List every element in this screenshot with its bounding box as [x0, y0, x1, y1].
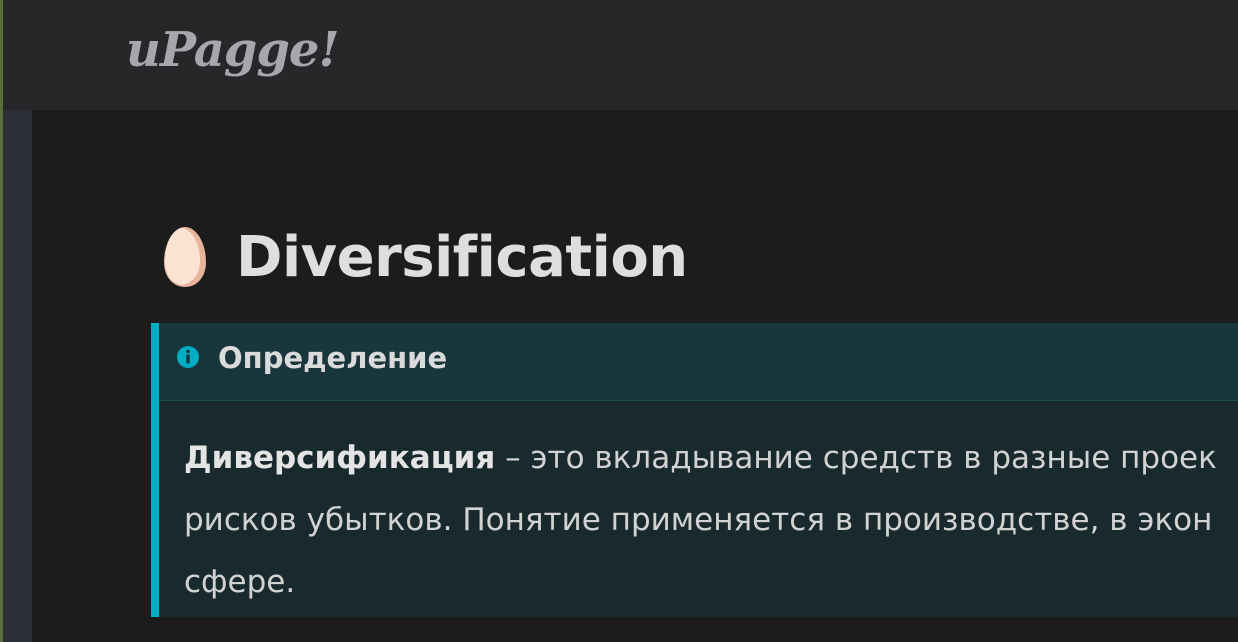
definition-admonition: Определение Диверсификация – это вкладыв… — [151, 323, 1238, 617]
definition-line-3: сфере. — [184, 564, 296, 600]
definition-line-2: рисков убытков. Понятие применяется в пр… — [184, 502, 1213, 538]
defined-term: Диверсификация — [184, 440, 496, 476]
app-window: uPagge! Diversification Определение Диве — [0, 0, 1238, 642]
page-title-text: Diversification — [236, 224, 688, 290]
info-circle-icon — [176, 345, 200, 369]
definition-line-1: Диверсификация – это вкладывание средств… — [184, 427, 1238, 489]
site-logo[interactable]: uPagge! — [126, 22, 340, 78]
page-title: Diversification — [160, 222, 688, 292]
admonition-header: Определение — [159, 323, 1238, 401]
admonition-body: Диверсификация – это вкладывание средств… — [184, 427, 1238, 613]
top-header: uPagge! — [3, 0, 1238, 110]
admonition-title: Определение — [218, 341, 448, 375]
egg-icon — [160, 224, 210, 290]
sidebar-strip — [3, 110, 32, 642]
definition-text-1: – это вкладывание средств в разные проек — [495, 440, 1217, 476]
